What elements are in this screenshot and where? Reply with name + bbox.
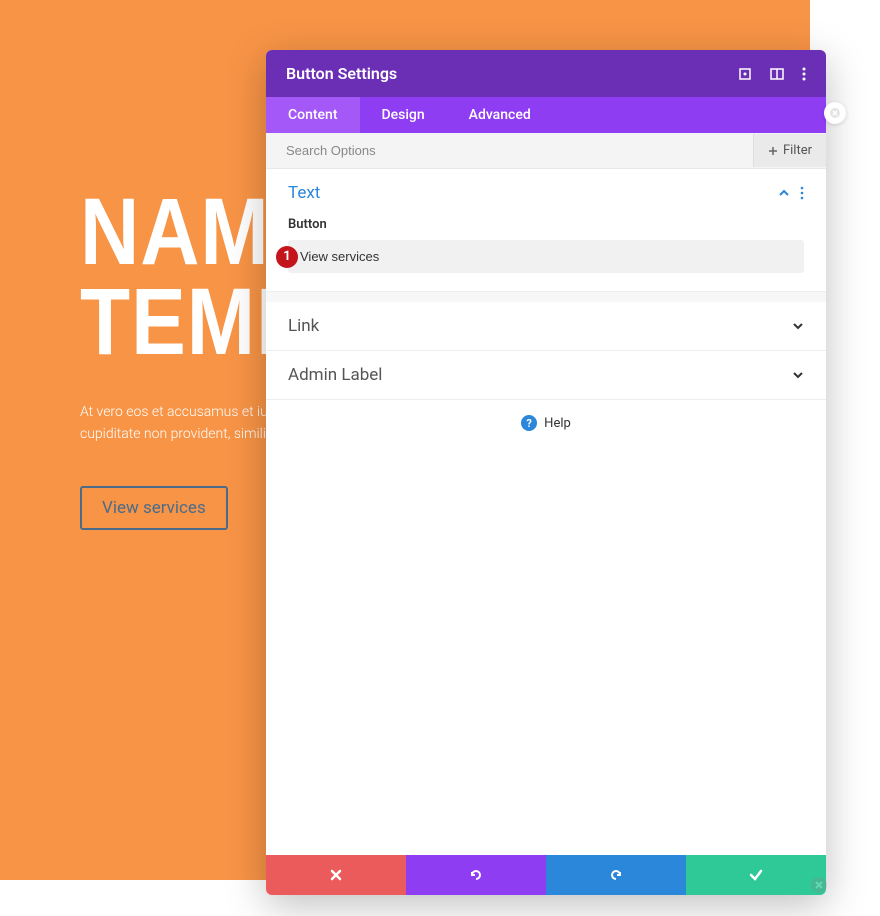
step-badge: 1 — [276, 246, 298, 268]
settings-sections: Text Button 1 Link — [266, 169, 826, 855]
button-settings-modal: Button Settings Content Design Advanced … — [266, 50, 826, 895]
chevron-up-icon — [778, 187, 790, 199]
tab-content[interactable]: Content — [266, 97, 360, 133]
section-text-icons — [778, 186, 804, 200]
check-icon — [748, 867, 764, 883]
section-link-title: Link — [288, 316, 319, 336]
more-icon[interactable] — [802, 67, 806, 81]
button-field-wrap: 1 — [288, 240, 804, 273]
section-text: Text Button 1 — [266, 169, 826, 292]
close-modal-button[interactable] — [824, 102, 846, 124]
cancel-icon — [329, 868, 343, 882]
section-link: Link — [266, 302, 826, 351]
plus-icon — [768, 146, 778, 156]
tab-bar: Content Design Advanced — [266, 97, 826, 133]
section-text-body: Button 1 — [266, 217, 826, 291]
filter-button[interactable]: Filter — [753, 134, 826, 167]
search-row: Filter — [266, 133, 826, 169]
undo-icon — [468, 867, 484, 883]
section-text-title: Text — [288, 183, 320, 203]
button-field-label: Button — [288, 217, 804, 232]
section-admin-label-title: Admin Label — [288, 365, 382, 385]
undo-button[interactable] — [406, 855, 546, 895]
help-label: Help — [544, 416, 571, 431]
help-icon: ? — [521, 415, 537, 431]
expand-icon[interactable] — [738, 67, 752, 81]
cancel-button[interactable] — [266, 855, 406, 895]
redo-icon — [608, 867, 624, 883]
header-icon-group — [738, 67, 806, 81]
tab-design[interactable]: Design — [360, 97, 447, 133]
section-text-head[interactable]: Text — [266, 169, 826, 217]
search-input[interactable] — [266, 133, 753, 168]
section-link-head[interactable]: Link — [266, 302, 826, 350]
close-icon — [829, 107, 841, 119]
chevron-down-icon — [792, 369, 804, 381]
view-services-button[interactable]: View services — [80, 486, 228, 530]
save-button[interactable] — [686, 855, 826, 895]
modal-footer — [266, 855, 826, 895]
tab-advanced[interactable]: Advanced — [447, 97, 553, 133]
chevron-down-icon — [792, 320, 804, 332]
modal-title: Button Settings — [286, 64, 397, 83]
section-admin-label: Admin Label — [266, 351, 826, 400]
filter-label: Filter — [783, 143, 812, 158]
button-text-input[interactable] — [288, 240, 804, 273]
corner-close-icon[interactable] — [810, 876, 828, 894]
section-admin-label-head[interactable]: Admin Label — [266, 351, 826, 399]
help-row[interactable]: ? Help — [266, 400, 826, 446]
more-vertical-icon[interactable] — [800, 186, 804, 200]
modal-header: Button Settings — [266, 50, 826, 97]
columns-icon[interactable] — [770, 67, 784, 81]
spacer — [266, 292, 826, 302]
redo-button[interactable] — [546, 855, 686, 895]
